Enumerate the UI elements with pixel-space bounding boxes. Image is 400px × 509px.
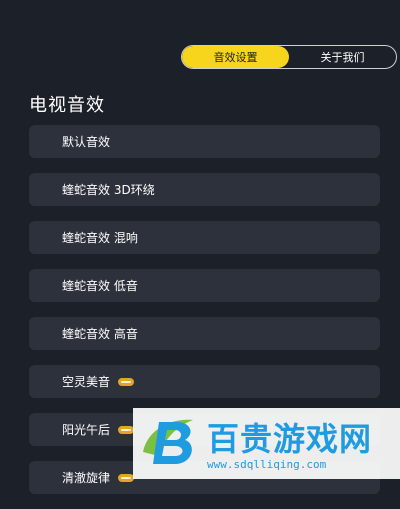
list-item[interactable]: 蝰蛇音效 低音 <box>29 269 380 302</box>
tab-sound-settings[interactable]: 音效设置 <box>182 46 289 68</box>
list-item[interactable]: 蝰蛇音效 高音 <box>29 317 380 350</box>
vip-badge-icon <box>118 425 135 434</box>
list-item[interactable]: 蝰蛇音效 混响 <box>29 221 380 254</box>
watermark-url: www.sdqlliqing.com <box>207 458 327 471</box>
watermark-logo-icon <box>143 419 193 464</box>
section-title: 电视音效 <box>29 95 105 116</box>
vip-badge-icon <box>118 377 135 386</box>
item-label: 蝰蛇音效 3D环绕 <box>62 183 155 197</box>
watermark-title: 百贵游戏网 <box>207 420 373 458</box>
item-label: 默认音效 <box>62 135 111 149</box>
item-label: 蝰蛇音效 低音 <box>62 279 138 293</box>
tab-about-us[interactable]: 关于我们 <box>289 46 396 68</box>
item-label: 阳光午后 <box>62 423 111 437</box>
item-label: 蝰蛇音效 混响 <box>62 231 138 245</box>
list-item[interactable]: 空灵美音 <box>29 365 380 398</box>
vip-badge-icon <box>118 473 135 482</box>
tab-bar: 音效设置 关于我们 <box>181 45 397 69</box>
item-label: 清澈旋律 <box>62 471 111 485</box>
item-label: 蝰蛇音效 高音 <box>62 327 138 341</box>
watermark: 百贵游戏网 www.sdqlliqing.com <box>133 408 400 479</box>
item-label: 空灵美音 <box>62 375 111 389</box>
list-item[interactable]: 默认音效 <box>29 125 380 158</box>
list-item[interactable]: 蝰蛇音效 3D环绕 <box>29 173 380 206</box>
